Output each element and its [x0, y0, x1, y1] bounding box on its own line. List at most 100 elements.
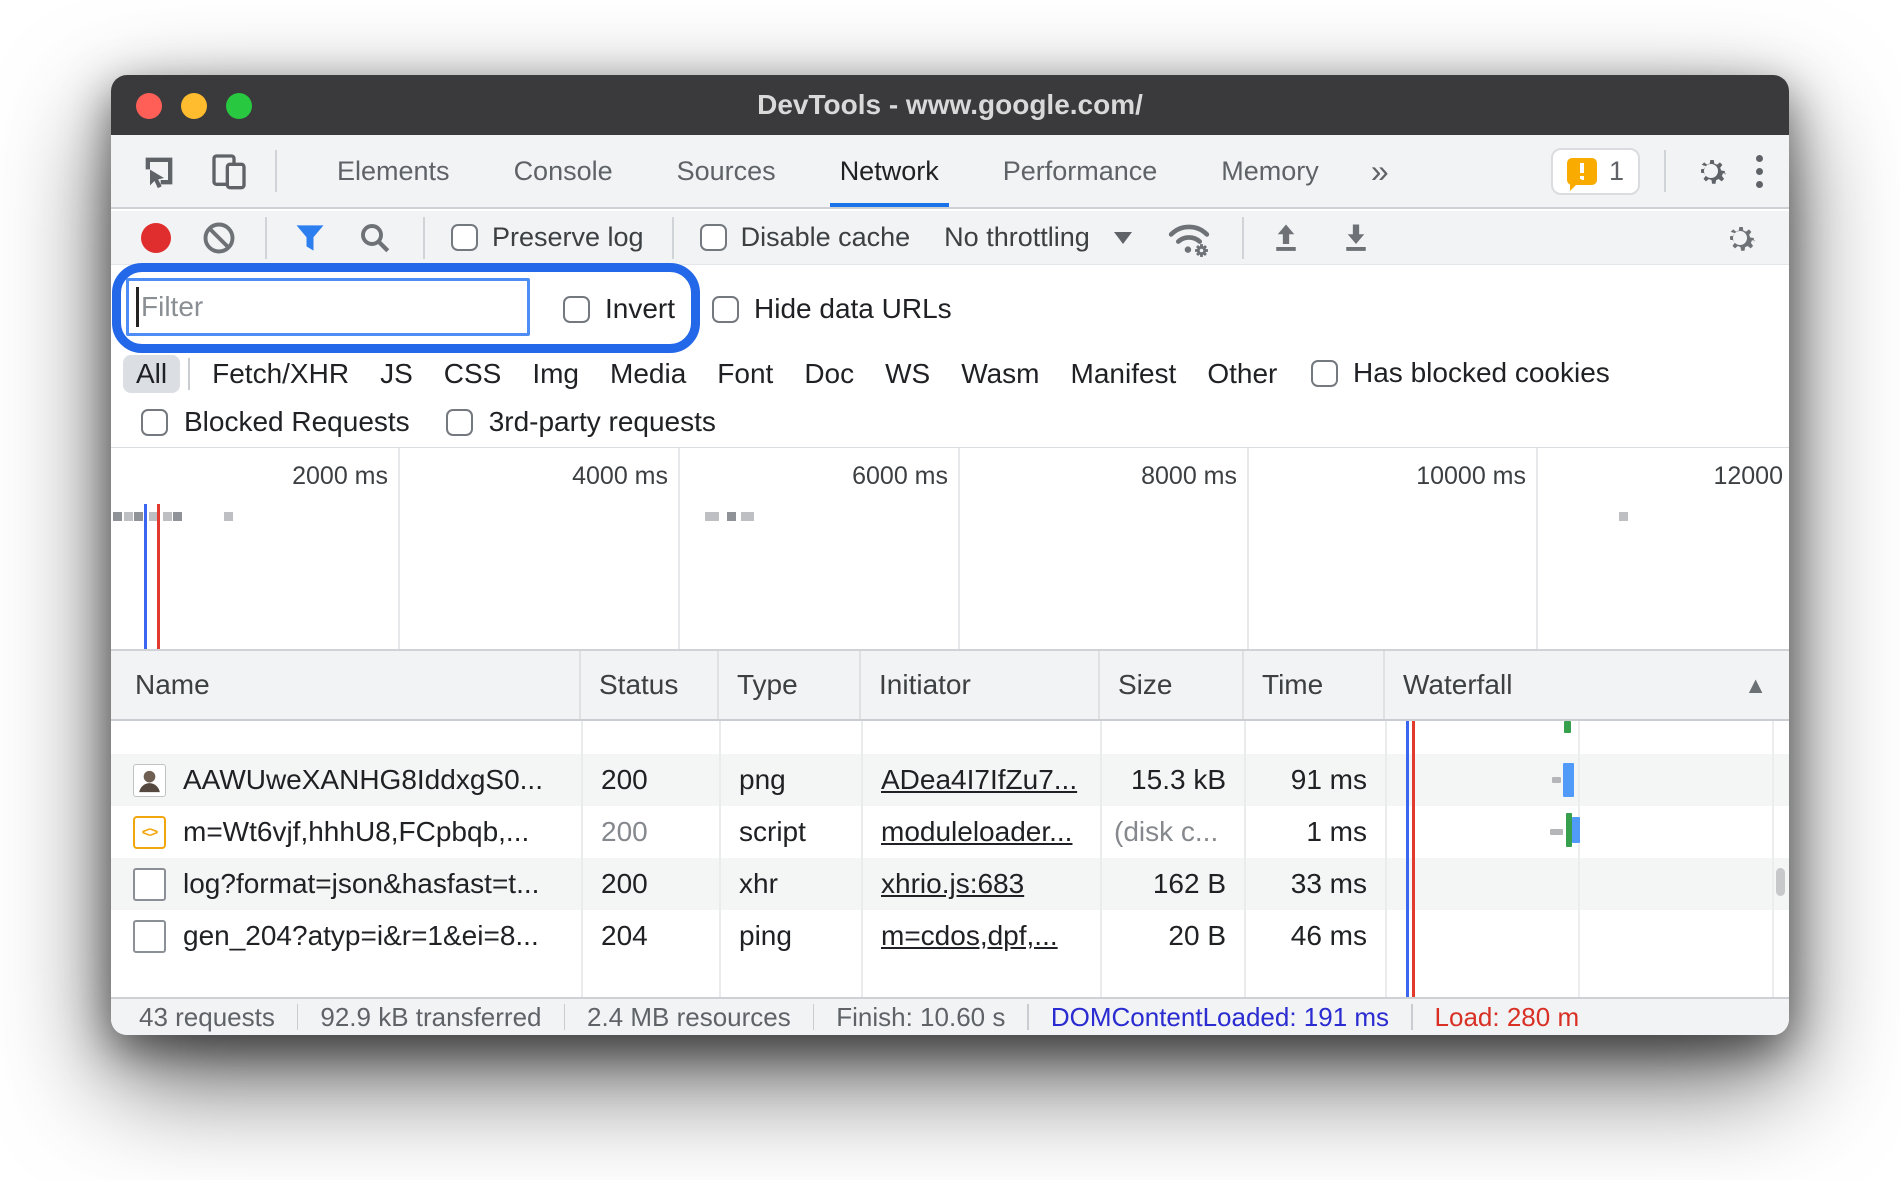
hide-data-urls-label[interactable]: Hide data URLs [754, 293, 952, 325]
waterfall-tick-grey [1550, 829, 1563, 835]
blocked-requests-checkbox[interactable] [141, 409, 168, 436]
network-overview-timeline[interactable]: 2000 ms 4000 ms 6000 ms 8000 ms 10000 ms… [111, 447, 1789, 651]
clear-network-log-icon[interactable] [201, 220, 237, 256]
has-blocked-cookies-label[interactable]: Has blocked cookies [1353, 357, 1610, 389]
tab-console[interactable]: Console [510, 135, 617, 207]
tab-sources[interactable]: Sources [673, 135, 780, 207]
zoom-window-button[interactable] [226, 93, 252, 119]
request-name-cell: AAWUweXANHG8IddxgS0... [111, 754, 581, 806]
column-header-time[interactable]: Time [1244, 651, 1385, 719]
filter-input[interactable] [126, 278, 530, 336]
chip-img[interactable]: Img [530, 355, 581, 393]
invert-checkbox[interactable] [563, 296, 590, 323]
panel-tab-bar: Elements Console Sources Network Perform… [111, 135, 1789, 209]
timeline-tick-label: 8000 ms [1067, 462, 1237, 491]
has-blocked-cookies-checkbox[interactable] [1311, 360, 1338, 387]
chip-all[interactable]: All [123, 355, 180, 393]
chip-font[interactable]: Font [715, 355, 775, 393]
table-row[interactable]: gen_204?atyp=i&r=1&ei=8... 204 ping m=cd… [111, 910, 1789, 962]
screenshot-canvas: DevTools - www.google.com/ Elements Cons… [0, 0, 1900, 1180]
time-cell: 46 ms [1244, 910, 1385, 962]
kebab-menu-icon[interactable] [1756, 155, 1763, 188]
network-conditions-icon[interactable] [1164, 216, 1214, 260]
timeline-gridline [398, 448, 400, 649]
disable-cache-label[interactable]: Disable cache [741, 222, 911, 253]
tab-performance[interactable]: Performance [999, 135, 1162, 207]
chip-manifest[interactable]: Manifest [1069, 355, 1179, 393]
tab-elements[interactable]: Elements [333, 135, 454, 207]
chip-ws[interactable]: WS [883, 355, 932, 393]
waterfall-bar-blue [1572, 817, 1580, 843]
waterfall-bar-green [1564, 721, 1571, 733]
timeline-gridline [678, 448, 680, 649]
chip-css[interactable]: CSS [442, 355, 504, 393]
table-row[interactable]: <> m=Wt6vjf,hhhU8,FCpbqb,... 200 script … [111, 806, 1789, 858]
activity-mark [124, 512, 133, 521]
tab-network[interactable]: Network [836, 135, 943, 207]
column-header-name[interactable]: Name [111, 651, 581, 719]
dcl-marker-line [144, 504, 147, 649]
column-divider [1100, 721, 1102, 997]
sort-ascending-icon[interactable]: ▲ [1744, 651, 1767, 719]
chip-fetch-xhr[interactable]: Fetch/XHR [210, 355, 351, 393]
close-window-button[interactable] [136, 93, 162, 119]
initiator-link[interactable]: m=cdos,dpf,... [881, 920, 1058, 952]
settings-gear-icon[interactable] [1690, 150, 1732, 192]
scrollbar-thumb[interactable] [1776, 868, 1785, 896]
filter-funnel-icon[interactable] [291, 219, 329, 257]
chip-media[interactable]: Media [608, 355, 688, 393]
issues-badge-button[interactable]: 1 [1551, 148, 1640, 195]
tab-memory[interactable]: Memory [1217, 135, 1323, 207]
import-har-icon[interactable] [1268, 220, 1304, 256]
load-time: Load: 280 m [1413, 1002, 1602, 1033]
inspect-element-icon[interactable] [139, 151, 179, 191]
network-settings-gear-icon[interactable] [1719, 217, 1761, 259]
request-name-cell: <> m=Wt6vjf,hhhU8,FCpbqb,... [111, 806, 581, 858]
load-marker-line [157, 504, 160, 649]
tabbar-right-divider [1664, 150, 1666, 192]
disable-cache-checkbox[interactable] [700, 224, 727, 251]
record-network-log-button[interactable] [141, 223, 171, 253]
table-row[interactable]: log?format=json&hasfast=t... 200 xhr xhr… [111, 858, 1789, 910]
export-har-icon[interactable] [1338, 220, 1374, 256]
requests-table-header: Name Status Type Initiator Size Time Wat… [111, 651, 1789, 721]
request-name-cell: log?format=json&hasfast=t... [111, 858, 581, 910]
chip-wasm[interactable]: Wasm [959, 355, 1041, 393]
activity-mark [134, 512, 143, 521]
table-row[interactable]: AAWUweXANHG8IddxgS0... 200 png ADea4I7If… [111, 754, 1789, 806]
chevron-down-icon[interactable] [1114, 232, 1132, 244]
more-tabs-icon[interactable]: » [1371, 153, 1389, 190]
request-name: log?format=json&hasfast=t... [183, 868, 539, 900]
preserve-log-label[interactable]: Preserve log [492, 222, 644, 253]
throttling-select[interactable]: No throttling [944, 222, 1090, 253]
initiator-cell: m=cdos,dpf,... [861, 910, 1100, 962]
chip-doc[interactable]: Doc [802, 355, 856, 393]
column-header-size[interactable]: Size [1100, 651, 1244, 719]
chip-other[interactable]: Other [1205, 355, 1279, 393]
chip-js[interactable]: JS [378, 355, 415, 393]
column-divider [581, 721, 583, 997]
initiator-link[interactable]: xhrio.js:683 [881, 868, 1024, 900]
third-party-checkbox[interactable] [446, 409, 473, 436]
third-party-label[interactable]: 3rd-party requests [489, 406, 716, 438]
column-header-status[interactable]: Status [581, 651, 719, 719]
invert-label[interactable]: Invert [605, 293, 675, 325]
device-toolbar-icon[interactable] [209, 151, 249, 191]
column-header-initiator[interactable]: Initiator [861, 651, 1100, 719]
initiator-link[interactable]: ADea4I7IfZu7... [881, 764, 1077, 796]
column-header-type[interactable]: Type [719, 651, 861, 719]
blocked-requests-label[interactable]: Blocked Requests [184, 406, 410, 438]
waterfall-tick-grey [1552, 777, 1561, 783]
search-icon[interactable] [357, 220, 393, 256]
status-cell: 200 [581, 754, 719, 806]
initiator-cell: ADea4I7IfZu7... [861, 754, 1100, 806]
initiator-link[interactable]: moduleloader... [881, 816, 1072, 848]
status-cell: 204 [581, 910, 719, 962]
minimize-window-button[interactable] [181, 93, 207, 119]
preserve-log-checkbox[interactable] [451, 224, 478, 251]
timeline-tick-label: 4000 ms [498, 462, 668, 491]
activity-mark [741, 512, 754, 521]
column-header-waterfall[interactable]: Waterfall ▲ [1385, 651, 1789, 719]
request-filter-row: Blocked Requests 3rd-party requests [111, 397, 1789, 447]
hide-data-urls-checkbox[interactable] [712, 296, 739, 323]
